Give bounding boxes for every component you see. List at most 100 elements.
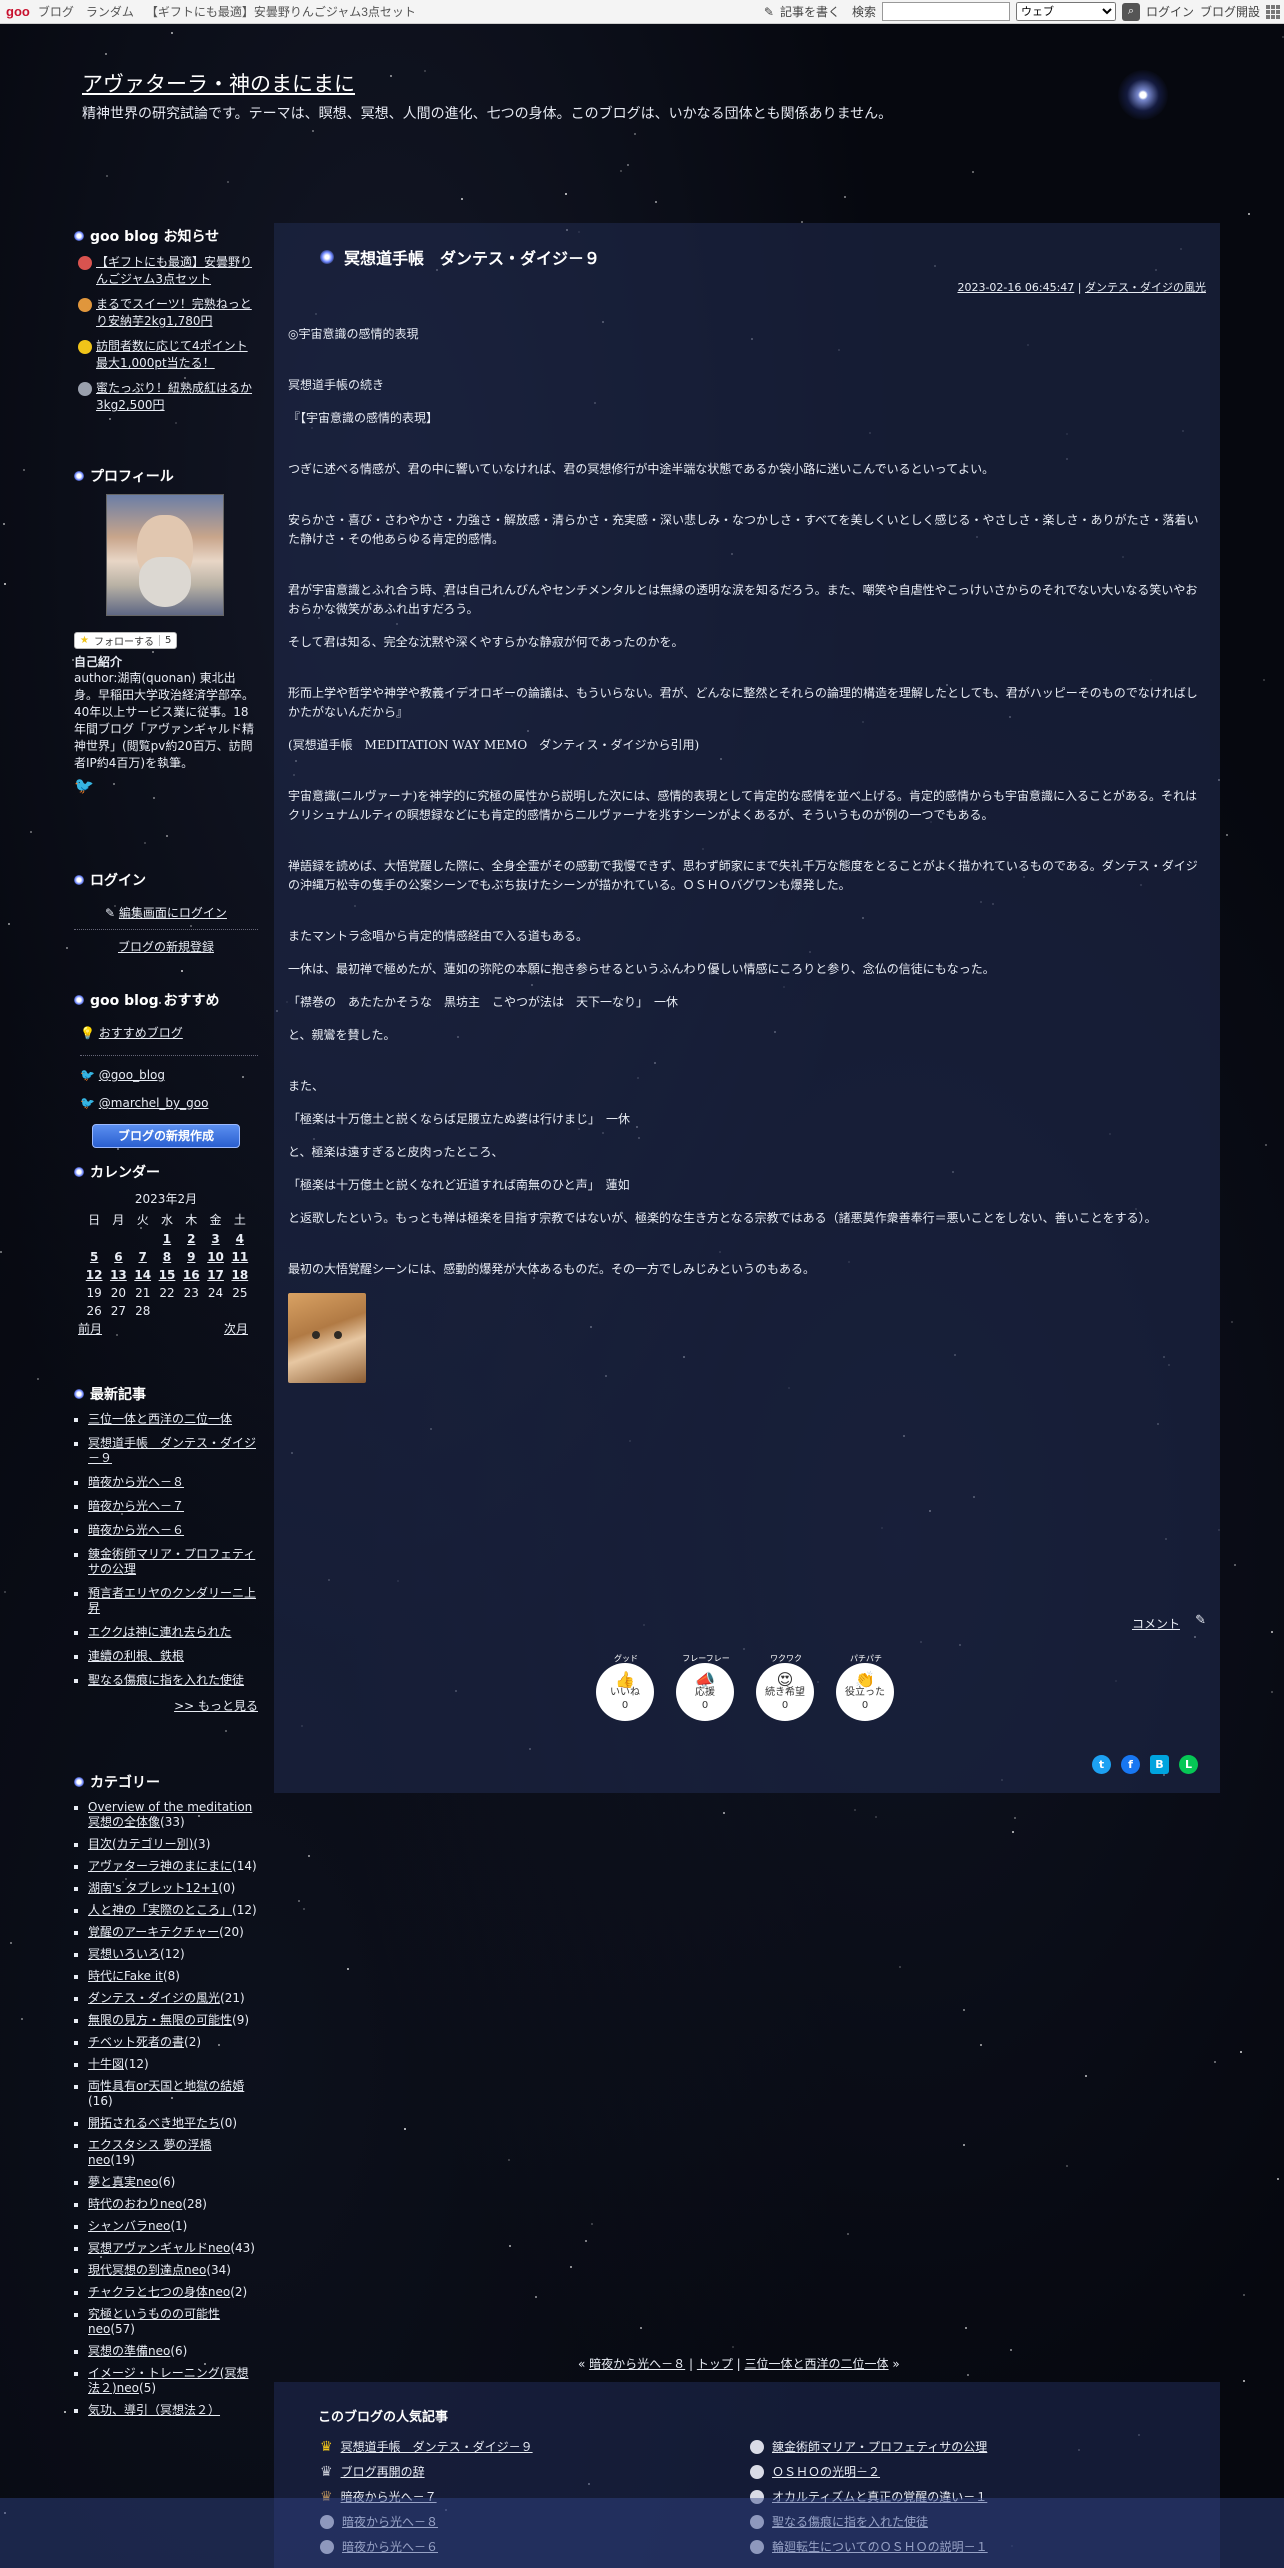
recent-post-item[interactable]: 暗夜から光へ－７ [88, 1499, 258, 1514]
recent-post-item[interactable]: 連續の利根、鉄根 [88, 1649, 258, 1664]
category-link[interactable]: チャクラと七つの身体neo [88, 2285, 230, 2299]
twitter-link-goo-blog[interactable]: @goo_blog [99, 1068, 165, 1082]
goo-logo[interactable]: goo [6, 4, 30, 19]
calendar-day[interactable]: 8 [155, 1248, 179, 1266]
category-link[interactable]: 冥想の準備neo [88, 2344, 170, 2358]
category-link[interactable]: ダンテス・ダイジの風光 [88, 1991, 220, 2005]
topbar-link-ad[interactable]: 【ギフトにも最適】安曇野りんごジャム3点セット [146, 3, 416, 20]
line-share-icon[interactable]: L [1179, 1755, 1198, 1774]
calendar-day[interactable]: 18 [228, 1266, 252, 1284]
calendar-day[interactable]: 15 [155, 1266, 179, 1284]
profile-avatar[interactable] [106, 494, 224, 616]
calendar-day[interactable]: 12 [82, 1266, 106, 1284]
calendar-day[interactable]: 7 [131, 1248, 155, 1266]
recent-post-item[interactable]: 預言者エリヤのクンダリーニ上昇 [88, 1586, 258, 1616]
calendar-day[interactable]: 5 [82, 1248, 106, 1266]
prev-post-link[interactable]: 暗夜から光へ－８ [589, 2357, 685, 2371]
post-date[interactable]: 2023-02-16 06:45:47 [957, 281, 1074, 294]
notice-item[interactable]: まるでスイーツ！完熟ねっとり安納芋2kg1,780円 [78, 296, 258, 330]
post-title-text[interactable]: 冥想道手帳 ダンテス・ダイジ－９ [344, 245, 600, 269]
search-input[interactable] [881, 2, 1010, 21]
popular-item[interactable]: 錬金術師マリア・プロフェティサの公理 [750, 2434, 988, 2459]
post-category-link[interactable]: ダンテス・ダイジの風光 [1085, 281, 1206, 294]
category-link[interactable]: 両性具有or天国と地獄の結婚 [88, 2079, 244, 2093]
twitter-icon[interactable]: 🐦 [74, 776, 258, 795]
blog-title[interactable]: アヴァターラ・神のまにまに [82, 68, 355, 98]
category-link[interactable]: 人と神の「実際のところ」 [88, 1903, 232, 1917]
notice-text[interactable]: 訪問者数に応じて4ポイント最大1,000pt当たる！ [96, 338, 258, 372]
twitter-share-icon[interactable]: t [1092, 1755, 1111, 1774]
prev-month-link[interactable]: 前月 [78, 1320, 102, 1337]
notice-item[interactable]: 訪問者数に応じて4ポイント最大1,000pt当たる！ [78, 338, 258, 372]
popular-post-link[interactable]: 冥想道手帳 ダンテス・ダイジ－９ [341, 2438, 533, 2455]
notice-text[interactable]: まるでスイーツ！完熟ねっとり安納芋2kg1,780円 [96, 296, 258, 330]
recent-post-item[interactable]: 錬金術師マリア・プロフェティサの公理 [88, 1547, 258, 1577]
reaction-button[interactable]: パチパチ 👏 役立った 0 [836, 1653, 896, 1721]
calendar-day[interactable]: 2 [179, 1230, 203, 1248]
category-link[interactable]: チベット死者の書 [88, 2035, 184, 2049]
category-link[interactable]: エクスタシス 夢の浮橋neo [88, 2138, 211, 2167]
recent-post-item[interactable]: 暗夜から光へ－８ [88, 1475, 258, 1490]
reaction-circle[interactable]: 👍 いいね 0 [596, 1663, 654, 1721]
notice-item[interactable]: 【ギフトにも最適】安曇野りんごジャム3点セット [78, 254, 258, 288]
reaction-button[interactable]: グッド 👍 いいね 0 [596, 1653, 656, 1721]
open-blog-link[interactable]: ブログ開設 [1200, 3, 1260, 20]
category-link[interactable]: 冥想アヴァンギャルドneo [88, 2241, 230, 2255]
notice-text[interactable]: 【ギフトにも最適】安曇野りんごジャム3点セット [96, 254, 258, 288]
popular-item[interactable]: ♛ ブログ再開の辞 [320, 2459, 533, 2484]
calendar-day[interactable]: 1 [155, 1230, 179, 1248]
next-month-link[interactable]: 次月 [224, 1320, 248, 1337]
popular-post-link[interactable]: ブログ再開の辞 [341, 2463, 425, 2480]
topbar-link-blog[interactable]: ブログ [38, 3, 74, 20]
category-link[interactable]: 時代のおわりneo [88, 2197, 182, 2211]
popular-item[interactable]: ♛ 冥想道手帳 ダンテス・ダイジ－９ [320, 2434, 533, 2459]
search-icon[interactable]: ⌕ [1121, 2, 1140, 21]
calendar-day[interactable]: 17 [203, 1266, 227, 1284]
recent-post-item[interactable]: 冥想道手帳 ダンテス・ダイジ－９ [88, 1436, 258, 1466]
recent-post-item[interactable]: 聖なる傷痕に指を入れた使徒 [88, 1673, 258, 1688]
recommend-blog-link[interactable]: おすすめブログ [99, 1026, 183, 1040]
calendar-day[interactable]: 4 [228, 1230, 252, 1248]
calendar-day[interactable]: 13 [106, 1266, 130, 1284]
popular-item[interactable]: ＯＳＨＯの光明－２ [750, 2459, 988, 2484]
category-link[interactable]: 目次(カテゴリー別) [88, 1837, 193, 1851]
category-link[interactable]: 現代冥想の到達点neo [88, 2263, 206, 2277]
calendar-day[interactable]: 10 [203, 1248, 227, 1266]
recent-post-item[interactable]: 暗夜から光へ－６ [88, 1523, 258, 1538]
recent-post-item[interactable]: エククは神に連れ去られた [88, 1625, 258, 1640]
category-link[interactable]: シャンバラneo [88, 2219, 170, 2233]
write-post-link[interactable]: 記事を書く [780, 3, 840, 20]
category-link[interactable]: 十牛図 [88, 2057, 124, 2071]
notice-item[interactable]: 蜜たっぷり！紐熟成紅はるか3kg2,500円 [78, 380, 258, 414]
category-link[interactable]: イメージ・トレーニング(冥想法２)neo [88, 2366, 248, 2395]
category-link[interactable]: アヴァターラ神のまにまに [88, 1859, 232, 1873]
comment-link[interactable]: コメント [1132, 1615, 1180, 1632]
calendar-day[interactable]: 14 [131, 1266, 155, 1284]
calendar-day[interactable]: 16 [179, 1266, 203, 1284]
category-link[interactable]: 無限の見方・無限の可能性 [88, 2013, 232, 2027]
reaction-button[interactable]: フレーフレー 📣 応援 0 [676, 1653, 736, 1721]
popular-post-link[interactable]: ＯＳＨＯの光明－２ [772, 2463, 880, 2480]
post-title[interactable]: 冥想道手帳 ダンテス・ダイジ－９ [320, 245, 600, 269]
topbar-link-random[interactable]: ランダム [86, 3, 134, 20]
category-link[interactable]: 覚醒のアーキテクチャー [88, 1925, 219, 1939]
hatena-share-icon[interactable]: B [1150, 1755, 1169, 1774]
reaction-circle[interactable]: 📣 応援 0 [676, 1663, 734, 1721]
edit-login-link[interactable]: 編集画面にログイン [119, 906, 227, 920]
calendar-day[interactable]: 11 [228, 1248, 252, 1266]
top-link[interactable]: トップ [697, 2357, 733, 2371]
category-link[interactable]: 究極というものの可能性neo [88, 2307, 220, 2336]
new-blog-button[interactable]: ブログの新規作成 [92, 1124, 240, 1148]
more-link[interactable]: >> もっと見る [174, 1699, 258, 1713]
register-link[interactable]: ブログの新規登録 [118, 940, 214, 954]
popular-post-link[interactable]: 錬金術師マリア・プロフェティサの公理 [772, 2438, 987, 2455]
next-post-link[interactable]: 三位一体と西洋の二位一体 [745, 2357, 889, 2371]
category-link[interactable]: 冥想いろいろ [88, 1947, 160, 1961]
calendar-day[interactable]: 6 [106, 1248, 130, 1266]
calendar-day[interactable]: 9 [179, 1248, 203, 1266]
login-link[interactable]: ログイン [1146, 3, 1194, 20]
reaction-button[interactable]: ワクワク 😍 続き希望 0 [756, 1653, 816, 1721]
reaction-circle[interactable]: 👏 役立った 0 [836, 1663, 894, 1721]
search-scope-select[interactable]: ウェブ [1015, 2, 1116, 21]
apps-grid-icon[interactable] [1266, 4, 1280, 19]
